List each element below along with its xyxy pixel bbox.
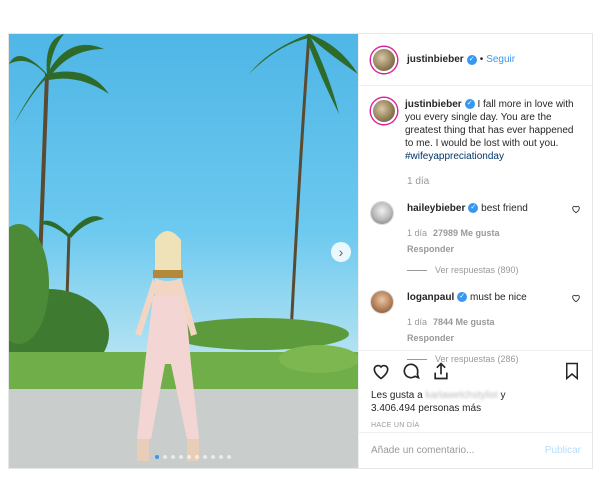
post-timestamp[interactable]: HACE UN DÍA	[371, 422, 581, 429]
likes-summary: Les gusta a karlawelchstylist y 3.406.49…	[371, 389, 581, 415]
carousel-dot	[179, 455, 183, 459]
comments-list: justinbieber ✓ I fall more in love with y…	[359, 90, 593, 366]
avatar[interactable]	[371, 202, 393, 224]
verified-icon: ✓	[457, 292, 468, 303]
post-caption: justinbieber ✓ I fall more in love with y…	[371, 98, 581, 163]
view-replies-button[interactable]: Ver respuestas (890)	[407, 264, 572, 277]
comment-icon[interactable]	[401, 361, 421, 381]
carousel-dot	[227, 455, 231, 459]
comment-item: haileybieber ✓ best friend 1 día 27989 Me…	[371, 202, 581, 277]
verified-icon: ✓	[468, 203, 479, 214]
carousel-next-button[interactable]: ›	[331, 242, 351, 262]
liked-by-prefix: Les gusta a	[371, 390, 423, 401]
comment-text: must be nice	[470, 292, 527, 303]
post-side-panel: justinbieber ✓ • Seguir justinbieber ✓ I …	[358, 34, 593, 468]
heart-icon[interactable]	[571, 293, 581, 303]
caption-author[interactable]: justinbieber	[405, 99, 462, 110]
post-actions: Les gusta a karlawelchstylist y 3.406.49…	[359, 350, 593, 429]
carousel-dot	[203, 455, 207, 459]
comment-likes[interactable]: 27989 Me gusta	[433, 227, 500, 240]
reply-button[interactable]: Responder	[407, 332, 572, 345]
bookmark-icon[interactable]	[563, 361, 581, 381]
carousel-dot	[187, 455, 191, 459]
comment-username[interactable]: haileybieber	[407, 203, 465, 214]
carousel-dot	[219, 455, 223, 459]
liked-by-suffix: y	[500, 390, 506, 401]
verified-icon: ✓	[464, 99, 475, 110]
hashtag-link[interactable]: #wifeyappreciationday	[405, 151, 504, 162]
avatar[interactable]	[371, 46, 397, 73]
likes-count[interactable]: 3.406.494 personas más	[371, 403, 481, 414]
verified-icon: ✓	[466, 54, 477, 65]
post-photo[interactable]: ›	[9, 34, 358, 468]
caption-time[interactable]: 1 día	[407, 175, 581, 188]
carousel-dot	[155, 455, 159, 459]
liked-by-user[interactable]: karlawelchstylist	[426, 390, 498, 401]
comment-input[interactable]	[371, 445, 545, 456]
comment-time[interactable]: 1 día	[407, 316, 427, 329]
add-comment-bar: Publicar	[359, 432, 593, 468]
publish-button[interactable]: Publicar	[545, 445, 581, 456]
carousel-dot	[163, 455, 167, 459]
chevron-right-icon: ›	[338, 244, 344, 260]
separator: •	[479, 54, 484, 65]
comment-likes[interactable]: 7844 Me gusta	[433, 316, 495, 329]
follow-button[interactable]: Seguir	[486, 54, 515, 65]
comment-username[interactable]: loganpaul	[407, 292, 454, 303]
share-icon[interactable]	[431, 361, 451, 381]
post-header: justinbieber ✓ • Seguir	[359, 34, 592, 86]
heart-icon[interactable]	[571, 204, 581, 214]
avatar[interactable]	[371, 98, 397, 124]
heart-icon[interactable]	[371, 361, 391, 381]
avatar[interactable]	[371, 291, 393, 313]
carousel-dot	[171, 455, 175, 459]
author-username[interactable]: justinbieber	[407, 54, 464, 65]
comment-time[interactable]: 1 día	[407, 227, 427, 240]
photo-scene	[9, 34, 358, 468]
carousel-indicator	[155, 455, 231, 459]
reply-button[interactable]: Responder	[407, 243, 572, 256]
carousel-dot	[195, 455, 199, 459]
instagram-post: › justinbieber ✓ • Seguir justinbieber ✓ …	[8, 33, 593, 469]
carousel-dot	[211, 455, 215, 459]
comment-text: best friend	[481, 203, 528, 214]
